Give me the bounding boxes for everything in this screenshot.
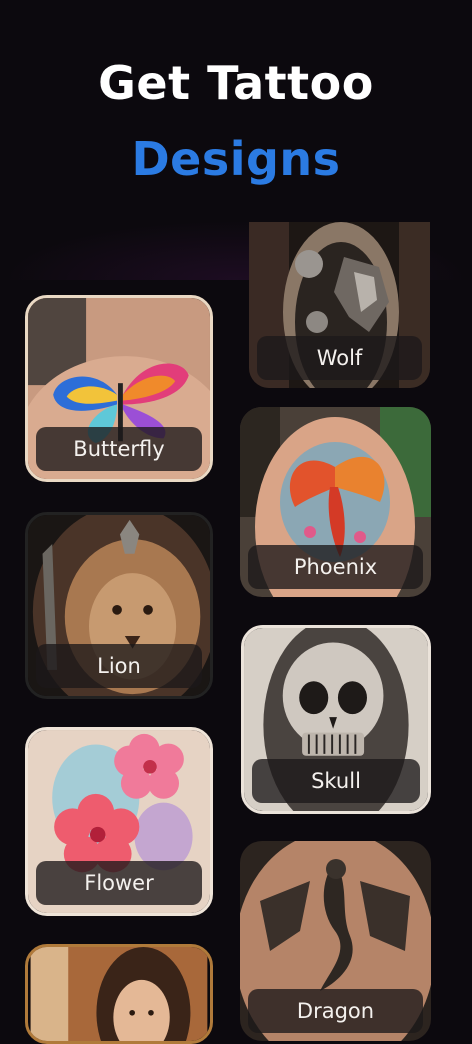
design-card-skull[interactable]: Skull — [241, 625, 431, 814]
design-label: Phoenix — [248, 545, 423, 589]
design-label: Skull — [252, 759, 420, 803]
design-label: Butterfly — [36, 427, 202, 471]
page-title-line2: Designs — [131, 132, 341, 186]
design-card-lion[interactable]: Lion — [25, 512, 213, 699]
design-card-dragon[interactable]: Dragon — [240, 841, 431, 1041]
design-card-portrait[interactable] — [25, 944, 213, 1044]
design-label: Flower — [36, 861, 202, 905]
design-card-butterfly[interactable]: Butterfly — [25, 295, 213, 482]
portrait-tattoo-image — [30, 947, 208, 1041]
design-label: Dragon — [248, 989, 423, 1033]
design-card-phoenix[interactable]: Phoenix — [240, 407, 431, 597]
design-card-flower[interactable]: Flower — [25, 727, 213, 916]
design-label: Lion — [36, 644, 202, 688]
design-card-wolf[interactable]: Wolf — [249, 222, 430, 388]
design-label: Wolf — [257, 336, 422, 380]
page-title-line1: Get Tattoo — [98, 56, 374, 110]
